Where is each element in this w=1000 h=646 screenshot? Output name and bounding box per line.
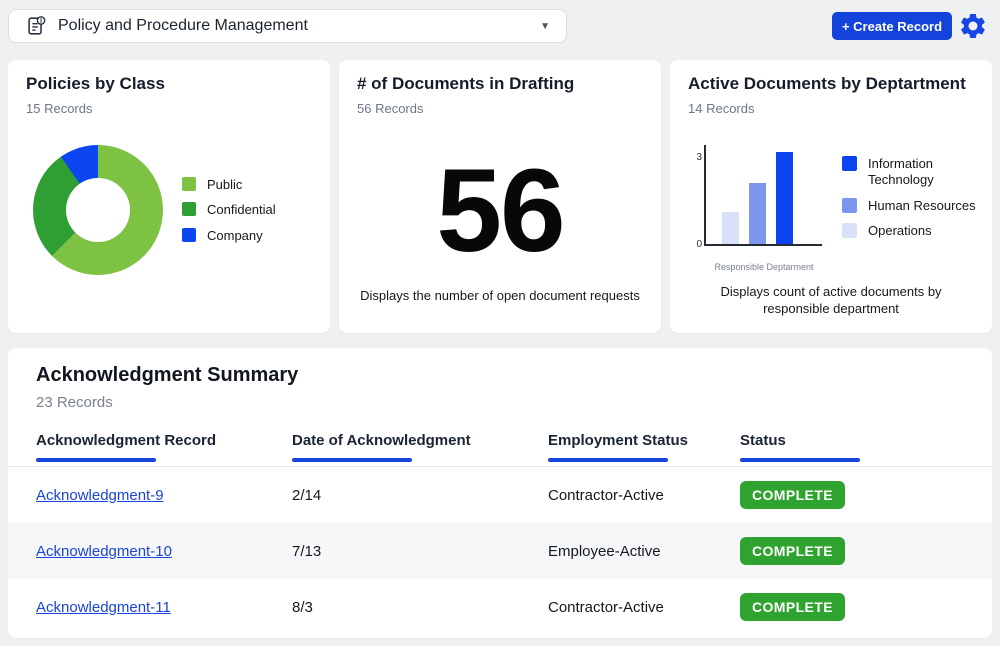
status-cell: COMPLETE [740,593,992,621]
table-header-row: Acknowledgment RecordDate of Acknowledgm… [8,432,992,462]
column-header-label: Date of Acknowledgment [292,432,548,449]
legend-item-company: Company [182,228,276,244]
card-caption: Displays the number of open document req… [355,288,645,305]
column-header-employment-status: Employment Status [548,432,740,462]
departments-legend: Information Technology Human Resources Ope… [842,156,990,239]
legend-item-information-technology: Information Technology [842,156,990,189]
legend-item-public-chip [182,177,196,191]
legend-item-human-resources-chip [842,198,857,213]
y-tick-3: 3 [688,152,702,163]
bar-operations [722,212,739,244]
status-cell: COMPLETE [740,537,992,565]
card-record-count: 14 Records [688,101,754,116]
summary-rows: Acknowledgment-92/14Contractor-ActiveCOM… [8,467,992,635]
table-row: Acknowledgment-10 7/13Employee-ActiveCOMP… [8,523,992,579]
record-cell: Acknowledgment-11 [36,599,292,616]
column-header-underline [292,458,412,462]
legend-item-human-resources: Human Resources [842,198,990,214]
policies-legend: Public Confidential Company [182,177,276,244]
status-cell: COMPLETE [740,481,992,509]
column-header-date-of-acknowledgment: Date of Acknowledgment [292,432,548,462]
column-header-label: Employment Status [548,432,740,449]
date-cell: 7/13 [292,543,548,560]
acknowledgment-link[interactable]: Acknowledgment-9 [36,487,164,504]
legend-item-company-label: Company [207,228,263,244]
bar-information-technology [776,152,793,244]
acknowledgment-summary-card: Acknowledgment Summary 23 Records Acknow… [8,348,992,638]
card-record-count: 15 Records [26,101,92,116]
column-header-underline [548,458,668,462]
acknowledgment-link[interactable]: Acknowledgment-11 [36,599,171,616]
column-header-label: Status [740,432,992,449]
column-header-status: Status [740,432,992,462]
summary-title: Acknowledgment Summary [36,364,298,387]
legend-item-public: Public [182,177,276,193]
column-header-underline [36,458,156,462]
departments-bar-chart: 03 [704,145,822,246]
card-active-documents: Active Documents by Deptartment 14 Recor… [670,60,992,333]
document-info-icon [25,15,47,37]
status-badge: COMPLETE [740,481,845,509]
legend-item-information-technology-label: Information Technology [868,156,990,189]
policies-donut-chart [33,145,163,275]
status-badge: COMPLETE [740,593,845,621]
table-row: Acknowledgment-11 8/3Contractor-ActiveCOM… [8,579,992,635]
record-cell: Acknowledgment-10 [36,543,292,560]
bar-group [706,145,822,244]
legend-item-confidential-label: Confidential [207,202,276,218]
card-record-count: 56 Records [357,101,423,116]
x-axis-label: Responsible Deptarment [694,262,834,272]
gear-icon[interactable] [958,11,988,41]
status-badge: COMPLETE [740,537,845,565]
card-title: Active Documents by Deptartment [688,74,966,94]
legend-item-confidential-chip [182,202,196,216]
date-cell: 8/3 [292,599,548,616]
record-cell: Acknowledgment-9 [36,487,292,504]
employment-cell: Contractor-Active [548,487,740,504]
legend-item-confidential: Confidential [182,202,276,218]
legend-item-operations-chip [842,223,857,238]
legend-item-company-chip [182,228,196,242]
card-caption: Displays count of active documents by re… [686,284,976,318]
dashboard-cards: Policies by Class 15 Records Public Confi… [8,60,992,333]
table-row: Acknowledgment-9 2/14Contractor-ActiveCOM… [8,467,992,523]
legend-item-information-technology-chip [842,156,857,171]
card-title: # of Documents in Drafting [357,74,574,94]
app-selector-label: Policy and Procedure Management [58,17,308,35]
column-header-acknowledgment-record: Acknowledgment Record [36,432,292,462]
column-header-underline [740,458,860,462]
bar-human-resources [749,183,766,244]
create-record-button[interactable]: + Create Record [832,12,952,40]
legend-item-human-resources-label: Human Resources [868,198,976,214]
chevron-down-icon: ▼ [540,21,550,32]
donut-hole [66,178,130,242]
employment-cell: Contractor-Active [548,599,740,616]
summary-record-count: 23 Records [36,394,113,411]
column-header-label: Acknowledgment Record [36,432,292,449]
card-documents-in-drafting: # of Documents in Drafting 56 Records 56… [339,60,661,333]
card-policies-by-class: Policies by Class 15 Records Public Confi… [8,60,330,333]
drafting-count-value: 56 [339,152,661,270]
legend-item-operations: Operations [842,223,990,239]
app-selector-dropdown[interactable]: Policy and Procedure Management ▼ [8,9,567,43]
legend-item-operations-label: Operations [868,223,932,239]
date-cell: 2/14 [292,487,548,504]
card-title: Policies by Class [26,74,165,94]
y-tick-0: 0 [688,239,702,250]
legend-item-public-label: Public [207,177,242,193]
employment-cell: Employee-Active [548,543,740,560]
acknowledgment-link[interactable]: Acknowledgment-10 [36,543,172,560]
